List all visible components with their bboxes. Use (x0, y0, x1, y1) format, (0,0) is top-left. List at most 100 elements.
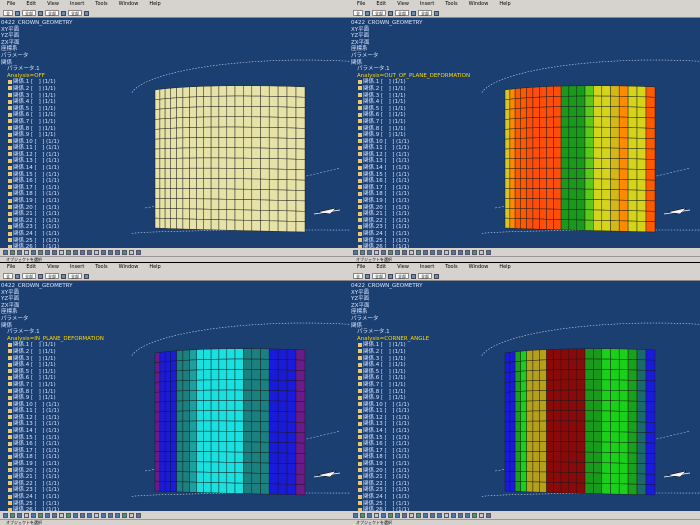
toolbar-icon[interactable] (434, 273, 439, 279)
view-tool-icon[interactable] (3, 249, 8, 255)
view-tool-icon[interactable] (367, 249, 372, 255)
toolbar-icon[interactable] (411, 273, 416, 279)
view-tool-icon[interactable] (3, 512, 8, 518)
menu-insert[interactable]: Insert (420, 263, 434, 272)
view-tool-icon[interactable] (122, 512, 127, 518)
menu-window[interactable]: Window (469, 263, 489, 272)
filter-select[interactable]: 全部 (418, 10, 432, 16)
tree-plane[interactable]: ZX平面 (1, 303, 161, 310)
toolbar-icon[interactable] (84, 10, 89, 16)
tree-relation-item[interactable]: 関係.23 [ ] (1/1) (1, 487, 161, 494)
view-tool-icon[interactable] (87, 249, 92, 255)
tree-relation-item[interactable]: 関係.14 [ ] (1/1) (351, 165, 511, 172)
view-tool-icon[interactable] (451, 512, 456, 518)
view-tool-icon[interactable] (416, 249, 421, 255)
view-tool-icon[interactable] (115, 249, 120, 255)
tree-relation-item[interactable]: 関係.1 [ ] (1/1) (1, 342, 161, 349)
tree-relation-item[interactable]: 関係.2 [ ] (1/1) (1, 86, 161, 93)
view-tool-icon[interactable] (353, 512, 358, 518)
view-tool-icon[interactable] (444, 249, 449, 255)
tree-relation-item[interactable]: 関係.11 [ ] (1/1) (1, 408, 161, 415)
view-tool-icon[interactable] (458, 249, 463, 255)
tree-coords[interactable]: 座標系 (1, 46, 161, 53)
tree-plane[interactable]: XY平面 (1, 27, 161, 34)
tree-relation-item[interactable]: 関係.19 [ ] (1/1) (351, 198, 511, 205)
menu-insert[interactable]: Insert (420, 0, 434, 9)
view-tool-icon[interactable] (423, 512, 428, 518)
tree-relation-item[interactable]: 関係.4 [ ] (1/1) (1, 99, 161, 106)
tree-relation-item[interactable]: 関係.23 [ ] (1/1) (351, 224, 511, 231)
toolbar-icon[interactable] (434, 10, 439, 16)
menu-window[interactable]: Window (119, 263, 139, 272)
view-tool-icon[interactable] (486, 249, 491, 255)
tree-param-1[interactable]: パラメータ.1 (1, 329, 161, 336)
menu-help[interactable]: Help (499, 0, 510, 9)
toolbar-icon[interactable] (61, 10, 66, 16)
view-tool-icon[interactable] (59, 249, 64, 255)
tree-plane[interactable]: ZX平面 (1, 40, 161, 47)
view-tool-icon[interactable] (52, 512, 57, 518)
view-tool-icon[interactable] (479, 249, 484, 255)
view-tool-icon[interactable] (451, 249, 456, 255)
tree-relation-item[interactable]: 関係.16 [ ] (1/1) (351, 178, 511, 185)
menu-file[interactable]: File (357, 0, 365, 9)
view-tool-icon[interactable] (10, 512, 15, 518)
tree-coords[interactable]: 座標系 (351, 46, 511, 53)
filter-select[interactable]: 全 (353, 10, 363, 16)
toolbar-icon[interactable] (388, 273, 393, 279)
view-tool-icon[interactable] (465, 512, 470, 518)
view-tool-icon[interactable] (52, 249, 57, 255)
tree-relation-item[interactable]: 関係.9 [ ] (1/1) (351, 132, 511, 139)
tree-plane[interactable]: YZ平面 (351, 296, 511, 303)
menu-tools[interactable]: Tools (445, 0, 457, 9)
tree-relation-item[interactable]: 関係.21 [ ] (1/1) (351, 211, 511, 218)
filter-select[interactable]: 全部 (45, 10, 59, 16)
tree-relation-item[interactable]: 関係.4 [ ] (1/1) (351, 99, 511, 106)
menu-view[interactable]: View (47, 263, 59, 272)
view-tool-icon[interactable] (10, 249, 15, 255)
view-tool-icon[interactable] (38, 249, 43, 255)
view-tool-icon[interactable] (80, 249, 85, 255)
menu-help[interactable]: Help (499, 263, 510, 272)
tree-plane[interactable]: XY平面 (351, 290, 511, 297)
tree-relation-item[interactable]: 関係.21 [ ] (1/1) (1, 211, 161, 218)
view-tool-icon[interactable] (66, 512, 71, 518)
view-tool-icon[interactable] (465, 249, 470, 255)
tree-relation-item[interactable]: 関係.16 [ ] (1/1) (1, 441, 161, 448)
tree-relation-item[interactable]: 関係.16 [ ] (1/1) (351, 441, 511, 448)
toolbar-icon[interactable] (388, 10, 393, 16)
tree-relation-item[interactable]: 関係.21 [ ] (1/1) (351, 474, 511, 481)
view-tool-icon[interactable] (129, 249, 134, 255)
tree-param-1[interactable]: パラメータ.1 (351, 66, 511, 73)
view-tool-icon[interactable] (45, 512, 50, 518)
filter-select[interactable]: 全 (3, 10, 13, 16)
menu-insert[interactable]: Insert (70, 0, 84, 9)
tree-relation-item[interactable]: 関係.2 [ ] (1/1) (351, 349, 511, 356)
view-tool-icon[interactable] (360, 512, 365, 518)
tree-relation-item[interactable]: 関係.24 [ ] (1/1) (1, 494, 161, 501)
view-tool-icon[interactable] (388, 512, 393, 518)
toolbar-icon[interactable] (84, 273, 89, 279)
menu-view[interactable]: View (397, 0, 409, 9)
filter-select[interactable]: 全部 (22, 10, 36, 16)
tree-param-1[interactable]: パラメータ.1 (351, 329, 511, 336)
view-tool-icon[interactable] (423, 249, 428, 255)
view-tool-icon[interactable] (136, 512, 141, 518)
tree-relation-item[interactable]: 関係.2 [ ] (1/1) (351, 86, 511, 93)
menu-insert[interactable]: Insert (70, 263, 84, 272)
tree-relation-item[interactable]: 関係.6 [ ] (1/1) (1, 375, 161, 382)
tree-relation-item[interactable]: 関係.6 [ ] (1/1) (1, 112, 161, 119)
tree-relation-item[interactable]: 関係.19 [ ] (1/1) (351, 461, 511, 468)
tree-relation-item[interactable]: 関係.14 [ ] (1/1) (1, 428, 161, 435)
filter-select[interactable]: 全部 (372, 273, 386, 279)
tree-relation-item[interactable]: 関係.9 [ ] (1/1) (351, 395, 511, 402)
view-tool-icon[interactable] (486, 512, 491, 518)
menu-file[interactable]: File (7, 0, 15, 9)
view-tool-icon[interactable] (430, 512, 435, 518)
view-tool-icon[interactable] (108, 512, 113, 518)
menu-edit[interactable]: Edit (376, 0, 386, 9)
tree-relation-item[interactable]: 関係.4 [ ] (1/1) (351, 362, 511, 369)
tree-plane[interactable]: XY平面 (1, 290, 161, 297)
tree-plane[interactable]: YZ平面 (1, 33, 161, 40)
view-tool-icon[interactable] (24, 249, 29, 255)
